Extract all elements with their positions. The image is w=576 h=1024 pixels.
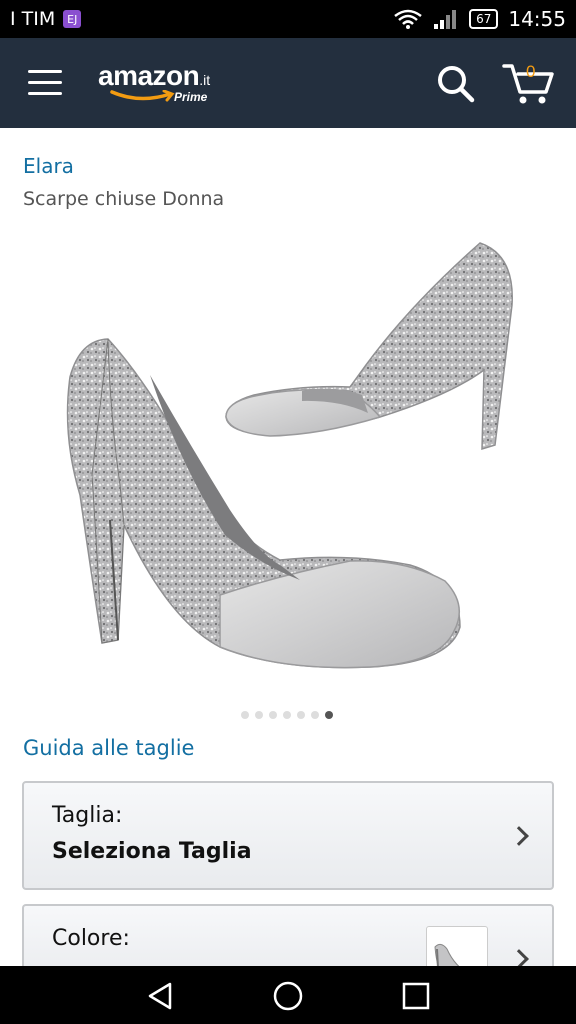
- status-bar: I TIM EJ 67 14:55: [0, 0, 576, 38]
- chevron-right-icon: [509, 826, 529, 846]
- home-icon[interactable]: [270, 978, 306, 1014]
- logo-prime: Prime: [174, 90, 208, 104]
- carousel-dot[interactable]: [311, 711, 319, 719]
- size-label: Taglia:: [52, 803, 123, 828]
- status-right: 67 14:55: [393, 7, 566, 31]
- search-icon[interactable]: [436, 64, 476, 104]
- carousel-dot[interactable]: [283, 711, 291, 719]
- logo-text: amazon: [98, 60, 200, 91]
- size-value: Seleziona Taglia: [52, 839, 252, 864]
- carrier-badge: EJ: [63, 10, 82, 28]
- battery-icon: 67: [469, 9, 499, 29]
- carousel-dot[interactable]: [241, 711, 249, 719]
- recent-apps-icon[interactable]: [398, 978, 434, 1014]
- size-selector[interactable]: Taglia: Seleziona Taglia: [22, 781, 554, 890]
- carousel-dot[interactable]: [269, 711, 277, 719]
- amazon-logo[interactable]: amazon.it Prime: [98, 60, 211, 104]
- carousel-dot[interactable]: [255, 711, 263, 719]
- size-guide-link[interactable]: Guida alle taglie: [23, 736, 194, 760]
- smile-icon: [110, 90, 175, 102]
- wifi-icon: [394, 9, 422, 29]
- signal-icon: [434, 10, 457, 29]
- back-icon[interactable]: [142, 978, 178, 1014]
- hamburger-line: [28, 92, 62, 95]
- product-subtitle: Scarpe chiuse Donna: [23, 188, 225, 210]
- hamburger-line: [28, 81, 62, 84]
- status-left: I TIM EJ: [10, 8, 82, 30]
- carousel-dot[interactable]: [297, 711, 305, 719]
- color-label: Colore:: [52, 926, 130, 951]
- menu-button[interactable]: [28, 70, 62, 96]
- carousel-dot-active[interactable]: [325, 711, 333, 719]
- clock: 14:55: [508, 7, 566, 31]
- carrier-name: I TIM: [10, 8, 56, 30]
- hamburger-icon: [28, 70, 62, 73]
- product-image[interactable]: [50, 235, 530, 675]
- logo-tld: .it: [199, 72, 211, 88]
- cart-count-badge: 0: [526, 62, 536, 81]
- image-carousel-dots[interactable]: [241, 711, 333, 719]
- brand-link[interactable]: Elara: [23, 154, 74, 178]
- system-navigation-bar: [0, 966, 576, 1024]
- app-header: amazon.it Prime 0: [0, 38, 576, 128]
